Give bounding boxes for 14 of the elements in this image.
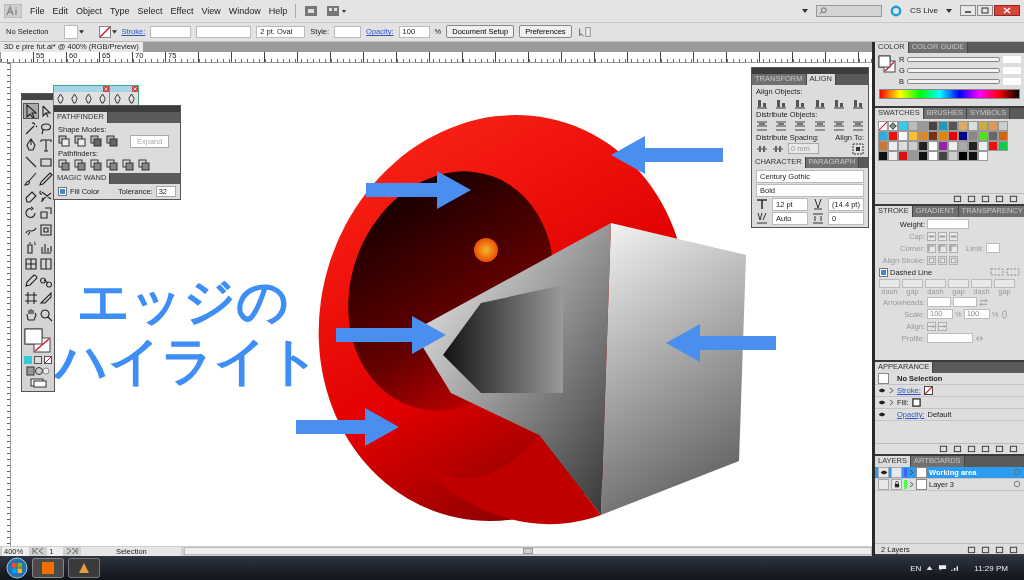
menu-item[interactable]: Edit [52, 5, 69, 16]
cs-live-menu[interactable]: CS Live [910, 6, 938, 16]
menu-item[interactable]: Select [137, 5, 163, 16]
menu-item[interactable]: View [201, 5, 221, 16]
clock[interactable]: 11:29 PM [974, 563, 1008, 573]
caption-text: エッジの [77, 270, 289, 331]
language-indicator[interactable]: EN [910, 563, 922, 573]
menu-item[interactable]: Type [110, 5, 130, 16]
caption-text: ハイライト [55, 330, 320, 391]
menu-item[interactable]: File [30, 5, 45, 16]
menu-item[interactable]: Help [268, 5, 288, 16]
menu-item[interactable]: Object [76, 5, 103, 16]
menu-item[interactable]: Effect [170, 5, 194, 16]
menu-item[interactable]: Window [228, 5, 261, 16]
